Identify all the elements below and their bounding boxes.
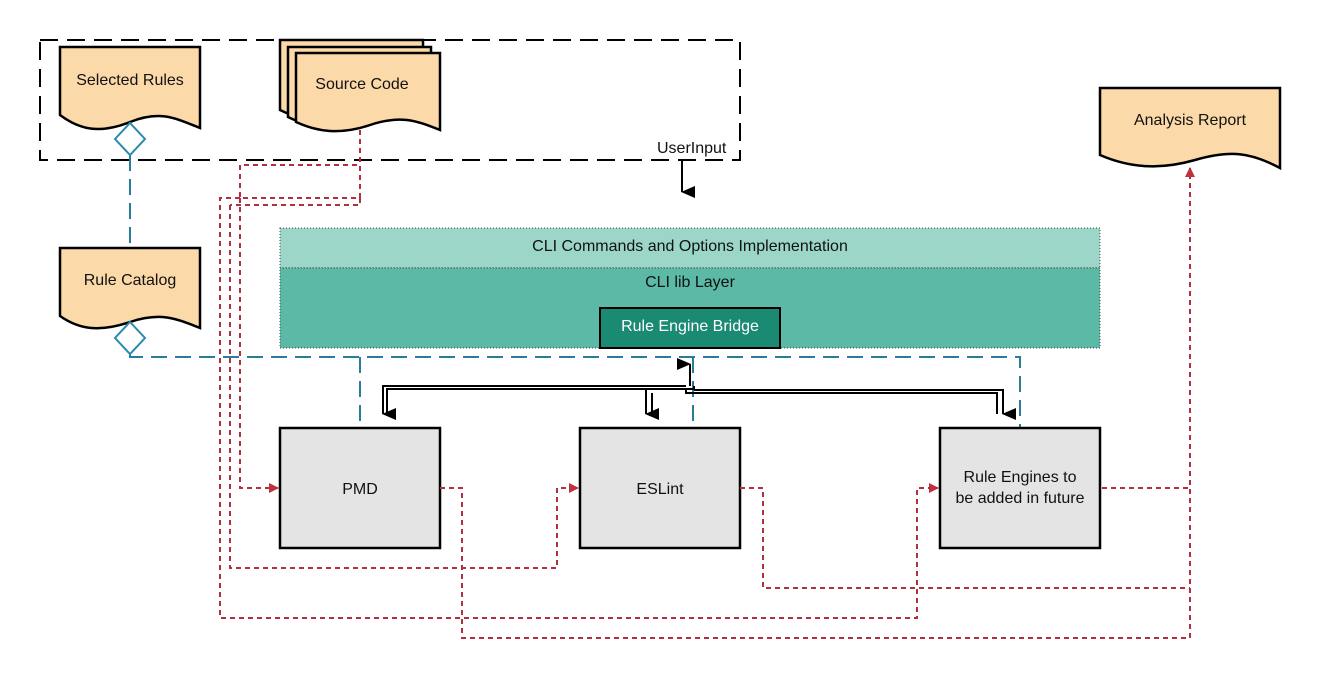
eslint-label: ESLint [636, 481, 684, 498]
pmd-label: PMD [342, 481, 378, 498]
cli-commands-label: CLI Commands and Options Implementation [532, 238, 848, 255]
source-code-document[interactable]: Source Code [278, 38, 442, 133]
rule-engine-bridge[interactable]: Rule Engine Bridge [599, 307, 781, 349]
selected-rules-document[interactable]: Selected Rules [58, 45, 202, 131]
future-engines-label-line2: be added in future [956, 490, 1085, 507]
analysis-report-label: Analysis Report [1134, 112, 1247, 129]
selected-rules-label: Selected Rules [76, 72, 184, 89]
analysis-report-document[interactable]: Analysis Report [1098, 86, 1282, 171]
rule-catalog-document[interactable]: Rule Catalog [58, 246, 202, 330]
rule-catalog-label: Rule Catalog [84, 272, 177, 289]
future-engines-label-line1: Rule Engines to [964, 469, 1077, 486]
cli-lib-label: CLI lib Layer [645, 274, 735, 291]
future-engines[interactable]: Rule Engines to be added in future [938, 426, 1102, 550]
eslint-engine[interactable]: ESLint [578, 426, 742, 550]
rule-engine-bridge-label: Rule Engine Bridge [621, 318, 759, 335]
selected-rules-diamond-icon [113, 121, 147, 157]
pmd-engine[interactable]: PMD [278, 426, 442, 550]
user-input-label: UserInput [657, 140, 727, 157]
source-code-label: Source Code [315, 76, 408, 93]
data-flows [219, 130, 1190, 639]
cli-commands-layer[interactable]: CLI Commands and Options Implementation [279, 227, 1101, 269]
rule-catalog-diamond-icon [113, 320, 147, 356]
architecture-diagram: UserInput Selected Rules Source Code Ana… [39, 38, 1282, 639]
